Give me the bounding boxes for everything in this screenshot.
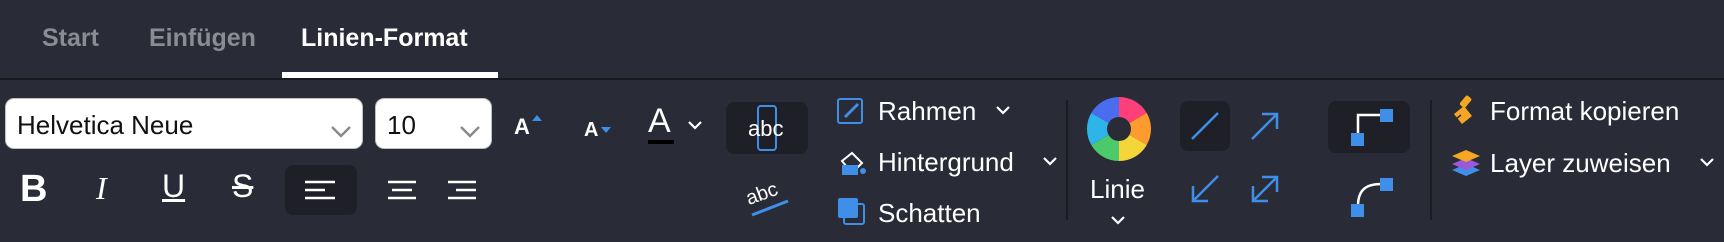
underline-button[interactable]: U (162, 168, 196, 208)
shadow-label: Schatten (878, 198, 981, 228)
font-color-button[interactable]: A (644, 100, 704, 146)
line-plain-icon (1191, 112, 1219, 140)
text-sample: abc (748, 116, 784, 141)
chevron-down-icon (996, 106, 1010, 115)
line-arrow-start-button[interactable] (1180, 164, 1230, 214)
font-size-value: 10 (387, 110, 416, 140)
copy-format-label: Format kopieren (1490, 96, 1680, 126)
border-label: Rahmen (878, 96, 977, 126)
tab-linien-format[interactable]: Linien-Format (301, 24, 468, 53)
shadow-icon (838, 198, 865, 225)
italic-button[interactable]: I (96, 170, 126, 210)
chevron-down-icon (1111, 216, 1125, 225)
line-color-button[interactable]: Linie (1080, 94, 1158, 234)
border-button[interactable]: Rahmen (836, 94, 1016, 130)
align-left-button[interactable] (285, 165, 357, 215)
tab-bar: Start Einfügen Linien-Format (0, 0, 1724, 79)
align-center-button[interactable] (372, 165, 432, 215)
assign-layer-label: Layer zuweisen (1490, 148, 1671, 178)
svg-text:A: A (514, 114, 530, 139)
tab-start[interactable]: Start (42, 24, 99, 53)
bold-letter: B (20, 168, 48, 210)
pencil-icon (837, 98, 863, 124)
ribbon-divider (0, 78, 1724, 80)
connector-angled-button[interactable] (1328, 101, 1410, 153)
chevron-down-icon (1700, 158, 1714, 167)
font-family-value: Helvetica Neue (17, 110, 194, 140)
font-size-increase-icon: A (514, 114, 542, 139)
font-size-decrease-icon: A (584, 119, 611, 141)
line-plain-button[interactable] (1180, 101, 1230, 151)
strikethrough-letter: S (232, 168, 254, 204)
shadow-button[interactable]: Schatten (836, 196, 996, 232)
background-button[interactable]: Hintergrund (836, 145, 1060, 181)
background-label: Hintergrund (878, 147, 1014, 177)
line-arrow-both-button[interactable] (1240, 164, 1290, 214)
line-label: Linie (1090, 174, 1145, 204)
text-box-button[interactable]: abc (726, 102, 808, 154)
chevron-down-icon (1043, 157, 1057, 166)
text-path-icon (751, 199, 789, 217)
arrow-down-left-icon (1191, 175, 1219, 203)
tab-einfuegen[interactable]: Einfügen (149, 24, 256, 53)
assign-layer-button[interactable]: Layer zuweisen (1448, 146, 1718, 182)
chevron-down-icon (459, 115, 481, 146)
arrow-up-right-icon (1251, 112, 1279, 140)
connector-curved-button[interactable] (1328, 170, 1410, 222)
connector-angled-icon (1351, 109, 1393, 146)
italic-letter: I (96, 170, 107, 206)
underline-letter: U (162, 168, 186, 204)
font-color-swatch (648, 140, 674, 144)
increase-font-size-button[interactable]: A (512, 108, 548, 140)
text-path-button[interactable]: abc (740, 175, 800, 221)
color-wheel-icon (1087, 97, 1151, 161)
decrease-font-size-button[interactable]: A (582, 110, 618, 142)
chevron-down-icon (330, 115, 352, 146)
line-arrow-end-button[interactable] (1240, 101, 1290, 151)
connector-curved-icon (1351, 178, 1393, 217)
align-right-button[interactable] (432, 165, 492, 215)
align-center-icon (388, 180, 416, 200)
font-size-select[interactable]: 10 (375, 98, 492, 149)
group-separator (1066, 100, 1068, 220)
font-color-letter: A (648, 102, 671, 140)
align-right-icon (448, 180, 476, 200)
align-left-icon (305, 180, 335, 200)
font-family-select[interactable]: Helvetica Neue (5, 98, 363, 149)
bold-button[interactable]: B (20, 168, 54, 210)
arrow-both-icon (1251, 175, 1279, 203)
copy-format-button[interactable]: Format kopieren (1448, 94, 1698, 130)
format-brush-icon (1454, 95, 1472, 124)
group-separator (1430, 100, 1432, 220)
layers-icon (1452, 150, 1480, 176)
svg-text:A: A (584, 119, 598, 141)
paint-bucket-icon (840, 151, 866, 175)
chevron-down-icon (688, 118, 702, 136)
strikethrough-button[interactable]: S (232, 168, 266, 208)
